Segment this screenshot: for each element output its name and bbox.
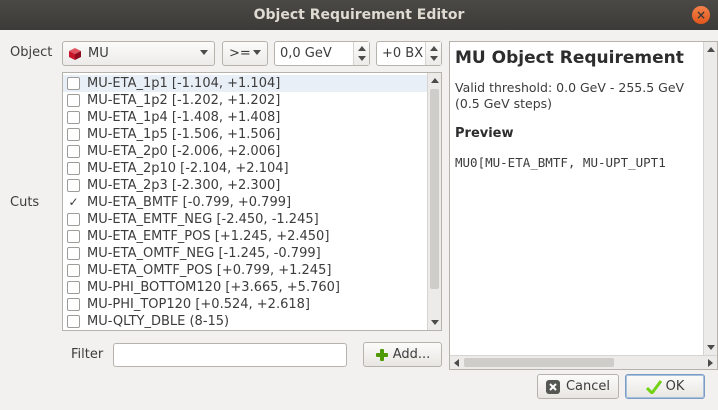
checkbox[interactable]: [67, 77, 80, 90]
title-bar: Object Requirement Editor ×: [0, 0, 718, 30]
scroll-up-icon[interactable]: [431, 78, 439, 83]
preview-title: MU Object Requirement: [455, 48, 684, 68]
cut-label: MU-ETA_2p10 [-2.104, +2.104]: [87, 161, 289, 176]
chevron-down-icon[interactable]: [430, 56, 438, 61]
chevron-up-icon[interactable]: [430, 46, 438, 51]
cut-label: MU-ETA_2p3 [-2.300, +2.300]: [87, 178, 281, 193]
ok-label: OK: [665, 379, 685, 394]
threshold-stepper[interactable]: [353, 42, 369, 65]
cut-label: MU-ETA_EMTF_NEG [-2.450, -1.245]: [87, 212, 319, 227]
bx-offset-spinbox[interactable]: +0 BX: [376, 41, 442, 66]
cut-list-item[interactable]: MU-ETA_1p5 [-1.506, +1.506]: [63, 126, 441, 143]
cuts-list[interactable]: MU-ETA_1p1 [-1.104, +1.104] MU-ETA_1p2 [-…: [62, 72, 442, 331]
checkbox[interactable]: [67, 247, 80, 260]
filter-input[interactable]: [113, 343, 347, 367]
cut-list-item[interactable]: ✓ MU-ETA_BMTF [-0.799, +0.799]: [63, 194, 441, 211]
checkbox[interactable]: [67, 230, 80, 243]
scroll-thumb[interactable]: [430, 89, 439, 289]
scroll-down-icon[interactable]: [431, 320, 439, 325]
cuts-scrollbar[interactable]: [427, 73, 441, 330]
cancel-button[interactable]: Cancel: [537, 374, 619, 399]
preview-vertical-scrollbar[interactable]: [703, 42, 717, 355]
scroll-thumb[interactable]: [464, 358, 614, 367]
preview-heading: Preview: [455, 126, 514, 141]
cut-list-item[interactable]: MU-PHI_BOTTOM120 [+3.665, +5.760]: [63, 279, 441, 296]
checkbox[interactable]: [67, 264, 80, 277]
add-cut-button[interactable]: Add...: [363, 342, 442, 367]
scroll-down-icon[interactable]: [707, 345, 715, 350]
checkbox[interactable]: [67, 145, 80, 158]
cut-list-item[interactable]: MU-QLTY_OPEN (4-15): [63, 330, 441, 331]
preview-expression: MU0[MU-ETA_BMTF, MU-UPT_UPT1: [455, 155, 666, 170]
cut-list-item[interactable]: MU-ETA_2p10 [-2.104, +2.104]: [63, 160, 441, 177]
cut-list-item[interactable]: MU-ETA_EMTF_NEG [-2.450, -1.245]: [63, 211, 441, 228]
checkbox[interactable]: [67, 128, 80, 141]
window-title: Object Requirement Editor: [253, 7, 465, 23]
cut-list-item[interactable]: MU-ETA_2p3 [-2.300, +2.300]: [63, 177, 441, 194]
close-window-button[interactable]: ×: [692, 6, 710, 24]
checkbox[interactable]: [67, 179, 80, 192]
scroll-left-icon[interactable]: [454, 359, 459, 367]
threshold-info: Valid threshold: 0.0 GeV - 255.5 GeV (0.…: [455, 80, 685, 111]
cut-label: MU-ETA_OMTF_NEG [-1.245, -0.799]: [87, 246, 321, 261]
cut-label: MU-ETA_OMTF_POS [+0.799, +1.245]: [87, 263, 332, 278]
cut-label: MU-PHI_TOP120 [+0.524, +2.618]: [87, 297, 310, 312]
checkmark-icon: [645, 379, 662, 395]
cut-label: MU-ETA_1p4 [-1.408, +1.408]: [87, 110, 281, 125]
cut-label: MU-ETA_EMTF_POS [+1.245, +2.450]: [87, 229, 330, 244]
object-type-value: MU: [88, 46, 109, 61]
threshold-spinbox[interactable]: 0,0 GeV: [274, 41, 370, 66]
cut-label: MU-ETA_1p2 [-1.202, +1.202]: [87, 93, 281, 108]
checkbox[interactable]: [67, 94, 80, 107]
chevron-down-icon: [200, 50, 208, 55]
add-cut-label: Add...: [392, 347, 431, 362]
comparison-select[interactable]: >=: [222, 41, 268, 66]
cancel-icon: [545, 379, 560, 394]
cuts-label: Cuts: [10, 195, 40, 210]
cut-list-item[interactable]: MU-ETA_EMTF_POS [+1.245, +2.450]: [63, 228, 441, 245]
cut-list-item[interactable]: MU-ETA_OMTF_POS [+0.799, +1.245]: [63, 262, 441, 279]
cancel-label: Cancel: [565, 379, 611, 394]
cut-label: MU-ETA_1p1 [-1.104, +1.104]: [87, 76, 281, 91]
preview-panel: MU Object Requirement Valid threshold: 0…: [449, 41, 718, 370]
preview-horizontal-scrollbar[interactable]: [450, 355, 717, 369]
comparison-value: >=: [229, 46, 251, 61]
cut-list-item[interactable]: MU-PHI_TOP120 [+0.524, +2.618]: [63, 296, 441, 313]
object-label: Object: [10, 45, 53, 60]
cut-list-item[interactable]: MU-ETA_2p0 [-2.006, +2.006]: [63, 143, 441, 160]
scroll-right-icon[interactable]: [708, 359, 713, 367]
threshold-value: 0,0 GeV: [280, 46, 332, 61]
checkbox[interactable]: [67, 111, 80, 124]
cut-label: MU-PHI_BOTTOM120 [+3.665, +5.760]: [87, 280, 340, 295]
cut-list-item[interactable]: MU-ETA_1p2 [-1.202, +1.202]: [63, 92, 441, 109]
checkbox[interactable]: [67, 162, 80, 175]
cut-label: MU-ETA_1p5 [-1.506, +1.506]: [87, 127, 281, 142]
cut-list-item[interactable]: MU-ETA_1p1 [-1.104, +1.104]: [63, 75, 441, 92]
bx-offset-stepper[interactable]: [425, 42, 441, 65]
checkbox[interactable]: [67, 281, 80, 294]
bx-offset-value: +0 BX: [382, 46, 424, 61]
cut-list-item[interactable]: MU-ETA_OMTF_NEG [-1.245, -0.799]: [63, 245, 441, 262]
plus-icon: [375, 348, 389, 362]
checked-checkbox[interactable]: ✓: [67, 196, 80, 209]
ok-button[interactable]: OK: [625, 374, 705, 399]
checkbox[interactable]: [67, 315, 80, 328]
cut-label: MU-ETA_BMTF [-0.799, +0.799]: [87, 195, 292, 210]
chevron-up-icon[interactable]: [358, 46, 366, 51]
cut-list-item[interactable]: MU-QLTY_DBLE (8-15): [63, 313, 441, 330]
filter-label: Filter: [71, 347, 104, 362]
cut-label: MU-ETA_2p0 [-2.006, +2.006]: [87, 144, 281, 159]
chevron-down-icon[interactable]: [358, 56, 366, 61]
chevron-down-icon: [253, 50, 261, 55]
object-type-select[interactable]: MU: [62, 41, 215, 66]
checkbox[interactable]: [67, 213, 80, 226]
checkbox[interactable]: [67, 298, 80, 311]
cut-label: MU-QLTY_DBLE (8-15): [87, 314, 230, 329]
cut-list-item[interactable]: MU-ETA_1p4 [-1.408, +1.408]: [63, 109, 441, 126]
cube-icon: [69, 47, 81, 60]
scroll-up-icon[interactable]: [707, 47, 715, 52]
close-icon: ×: [695, 8, 707, 22]
